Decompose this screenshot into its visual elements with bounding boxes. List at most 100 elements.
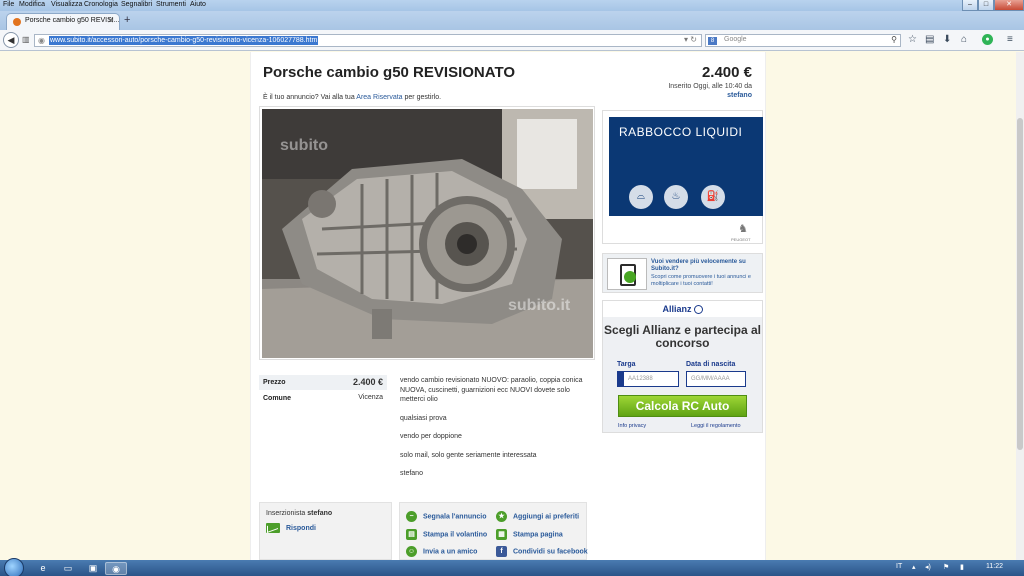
upload-arrow-icon xyxy=(624,271,636,283)
allianz-logo: Allianz xyxy=(603,301,762,317)
download-icon[interactable]: ⬇ xyxy=(943,34,951,46)
search-bar[interactable]: 8 Google ⚲ xyxy=(705,34,901,47)
targa-input[interactable]: AA12388 xyxy=(623,371,679,387)
detail-price-row: Prezzo 2.400 € xyxy=(259,375,387,391)
taskbar: e ▭ ▣ ◉ IT ▴ ◂) ⚑ ▮ 11:22 xyxy=(0,558,1024,576)
description-paragraph: stefano xyxy=(400,470,423,477)
owner-prefix: È il tuo annuncio? Vai alla tua xyxy=(263,94,357,101)
description-paragraph: vendo cambio revisionato NUOVO: paraolio… xyxy=(400,377,583,403)
ad-details: Prezzo 2.400 € Comune Vicenza xyxy=(259,375,387,407)
close-window-button[interactable]: ✕ xyxy=(994,0,1024,11)
menu-file[interactable]: File xyxy=(3,0,14,10)
menu-segnalibri[interactable]: Segnalibri xyxy=(121,0,152,10)
favicon-icon xyxy=(13,18,21,26)
add-favorite-link[interactable]: ★ Aggiungi ai preferiti xyxy=(496,511,579,522)
share-facebook-label: Condividi su facebook xyxy=(513,548,588,556)
ad-title: Porsche cambio g50 REVISIONATO xyxy=(263,64,516,81)
invite-friend-label: Invia a un amico xyxy=(423,548,478,556)
report-ad-link[interactable]: − Segnala l'annuncio xyxy=(406,511,487,522)
minus-icon: − xyxy=(406,511,417,522)
bookmarks-list-icon[interactable]: ▤ xyxy=(925,34,934,46)
volume-icon[interactable]: ◂) xyxy=(925,563,931,571)
gearbox-photo[interactable]: subito subito.it xyxy=(262,109,593,358)
peugeot-banner[interactable]: RABBOCCO LIQUIDI ⌓ ♨ ⛽ ♞ PEUGEOT xyxy=(602,110,763,244)
navigation-bar: ◀ ▥ ◉ www.subito.it/accessori-auto/porsc… xyxy=(0,30,1024,51)
allianz-eagle-icon xyxy=(693,305,703,315)
flag-icon[interactable]: ⚑ xyxy=(943,563,949,571)
coolant-icon: ♨ xyxy=(664,185,688,209)
mail-icon xyxy=(266,523,280,533)
peugeot-brand: PEUGEOT xyxy=(731,237,751,242)
ad-description: vendo cambio revisionato NUOVO: paraolio… xyxy=(400,376,590,488)
print-page-label: Stampa pagina xyxy=(513,531,563,539)
menu-strumenti[interactable]: Strumenti xyxy=(156,0,186,10)
media-taskbar-icon[interactable]: ▣ xyxy=(82,562,104,575)
search-input[interactable]: Google xyxy=(724,36,747,43)
calcola-rc-auto-button[interactable]: Calcola RC Auto xyxy=(618,395,747,417)
tab-strip: Porsche cambio g50 REVISI... ✕ + xyxy=(0,11,1024,30)
menu-aiuto[interactable]: Aiuto xyxy=(190,0,206,10)
reserved-area-link[interactable]: Area Riservata xyxy=(356,94,402,101)
sell-faster-box[interactable]: Vuoi vendere più velocemente su Subito.i… xyxy=(602,253,763,293)
menu-icon[interactable]: ≡ xyxy=(1007,34,1013,46)
menu-modifica[interactable]: Modifica xyxy=(19,0,45,10)
url-text[interactable]: www.subito.it/accessori-auto/porsche-cam… xyxy=(49,36,319,45)
new-tab-button[interactable]: + xyxy=(124,14,130,26)
rules-link[interactable]: Leggi il regolamento xyxy=(691,423,741,429)
start-button[interactable] xyxy=(4,558,24,576)
printer-icon: ▦ xyxy=(496,529,507,540)
back-button[interactable]: ◀ xyxy=(3,32,19,48)
reload-icon[interactable]: ▾ ↻ xyxy=(684,35,697,44)
owner-notice: È il tuo annuncio? Vai alla tua Area Ris… xyxy=(263,94,441,101)
browser-tab[interactable]: Porsche cambio g50 REVISI... ✕ xyxy=(6,13,120,30)
home-icon[interactable]: ⌂ xyxy=(961,34,967,46)
watermark-bottom: subito.it xyxy=(508,297,571,314)
close-tab-icon[interactable]: ✕ xyxy=(107,16,114,25)
minimize-button[interactable]: – xyxy=(962,0,978,11)
star-icon: ★ xyxy=(496,511,507,522)
reply-button[interactable]: Rispondi xyxy=(266,523,316,533)
network-icon[interactable]: ▮ xyxy=(960,563,964,571)
privacy-link[interactable]: Info privacy xyxy=(618,423,646,429)
language-indicator[interactable]: IT xyxy=(896,563,902,570)
print-flyer-label: Stampa il volantino xyxy=(423,531,488,539)
clock[interactable]: 11:22 xyxy=(986,563,1003,570)
menu-visualizza[interactable]: Visualizza xyxy=(51,0,82,10)
address-bar[interactable]: ◉ www.subito.it/accessori-auto/porsche-c… xyxy=(34,34,702,47)
targa-label: Targa xyxy=(617,361,636,368)
description-paragraph: qualsiasi prova xyxy=(400,414,447,422)
share-facebook-link[interactable]: f Condividi su facebook xyxy=(496,546,588,557)
print-flyer-link[interactable]: ▤ Stampa il volantino xyxy=(406,529,487,540)
ad-user-link[interactable]: stefano xyxy=(727,92,752,99)
search-icon[interactable]: ⚲ xyxy=(891,35,897,44)
advertiser-box: Inserzionista stefano Rispondi xyxy=(259,502,392,560)
explorer-taskbar-icon[interactable]: ▭ xyxy=(57,562,79,575)
wiper-icon: ⌓ xyxy=(629,185,653,209)
ad-page: Porsche cambio g50 REVISIONATO 2.400 € I… xyxy=(250,52,766,560)
advertiser-label-text: Inserzionista xyxy=(266,510,306,517)
menu-cronologia[interactable]: Cronologia xyxy=(84,0,118,10)
detail-value: 2.400 € xyxy=(352,377,383,387)
ad-date: Inserito Oggi, alle 10:40 da xyxy=(668,83,752,90)
tray-arrow-icon[interactable]: ▴ xyxy=(912,563,916,571)
birth-date-label: Data di nascita xyxy=(686,361,736,368)
allianz-heading: Scegli Allianz e partecipa al concorso xyxy=(604,323,761,350)
maximize-button[interactable]: □ xyxy=(978,0,994,11)
extension-icon[interactable]: ● xyxy=(982,34,993,45)
sell-faster-headline[interactable]: Vuoi vendere più velocemente su Subito.i… xyxy=(651,259,761,273)
ad-price: 2.400 € xyxy=(701,64,752,81)
advertiser-label: Inserzionista stefano xyxy=(266,510,332,517)
ie-taskbar-icon[interactable]: e xyxy=(32,562,54,575)
print-page-link[interactable]: ▦ Stampa pagina xyxy=(496,529,563,540)
invite-friend-link[interactable]: ☺ Invia a un amico xyxy=(406,546,477,557)
birth-date-input[interactable]: GG/MM/AAAA xyxy=(686,371,746,387)
page-scrollbar[interactable] xyxy=(1016,52,1024,560)
bookmark-star-icon[interactable]: ☆ xyxy=(908,34,917,46)
history-icon[interactable]: ▥ xyxy=(22,35,30,44)
menu-bar: File Modifica Visualizza Cronologia Segn… xyxy=(0,0,1024,11)
oil-can-icon: ⛽ xyxy=(701,185,725,209)
peugeot-ad[interactable]: RABBOCCO LIQUIDI ⌓ ♨ ⛽ xyxy=(609,117,763,216)
sell-faster-text[interactable]: Scopri come promuovere i tuoi annunci e … xyxy=(651,274,761,288)
scrollbar-thumb[interactable] xyxy=(1017,118,1023,450)
firefox-taskbar-icon[interactable]: ◉ xyxy=(105,562,127,575)
